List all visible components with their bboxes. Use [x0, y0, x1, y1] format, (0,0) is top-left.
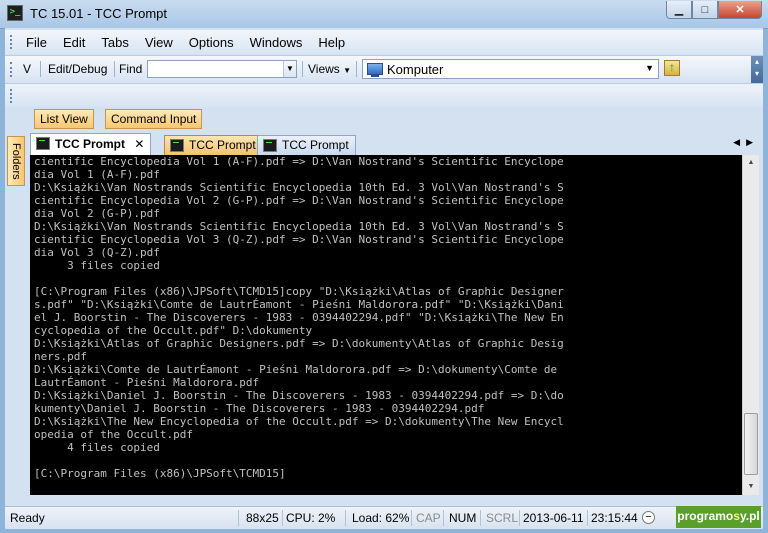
toolbar-overflow-button[interactable]: ▴ ▾	[751, 56, 763, 83]
console-icon	[263, 139, 277, 152]
toolbar-grip-handle[interactable]	[10, 62, 16, 77]
menu-items: File Edit Tabs View Options Windows Help	[21, 35, 353, 50]
maximize-button[interactable]: □	[692, 1, 718, 19]
app-console-icon[interactable]: >_	[7, 5, 23, 21]
v-button[interactable]: V	[23, 62, 31, 76]
zoom-out-icon[interactable]: −	[642, 511, 655, 524]
status-separator	[480, 510, 481, 526]
tab-tcc-prompt-3[interactable]: TCC Prompt	[257, 135, 356, 155]
status-separator	[345, 510, 346, 526]
tab-label: TCC Prompt	[282, 138, 349, 152]
toolbar-separator	[40, 61, 41, 77]
status-console-size: 88x25	[246, 511, 279, 525]
menu-windows[interactable]: Windows	[242, 35, 311, 50]
close-icon: ✕	[735, 4, 745, 16]
toolbar: V Edit/Debug Find ▼ Views ▼ Komputer ▼ ↑…	[5, 55, 763, 83]
scroll-up-icon[interactable]: ▲	[743, 155, 759, 171]
chevron-down-icon: ▼	[343, 66, 352, 75]
watermark-logo: programosy.pl	[676, 506, 761, 528]
chevron-down-icon: ▼	[286, 64, 294, 73]
toolbar-separator	[114, 61, 115, 77]
status-num: NUM	[449, 511, 477, 525]
status-cpu: CPU: 2%	[286, 511, 336, 525]
toolbar-band	[5, 83, 763, 107]
console-icon	[36, 137, 50, 150]
tab-close-icon[interactable]: ✕	[134, 137, 144, 151]
maximize-icon: □	[701, 3, 709, 16]
folders-tab-label: Folders	[10, 143, 22, 180]
status-scrl: SCRL	[486, 511, 519, 525]
scroll-down-icon[interactable]: ▼	[743, 479, 759, 495]
menu-bar: File Edit Tabs View Options Windows Help	[5, 30, 763, 54]
window-client: File Edit Tabs View Options Windows Help V Edi…	[5, 28, 763, 529]
status-cap: CAP	[416, 511, 441, 525]
scroll-thumb[interactable]	[744, 413, 758, 475]
folders-tab[interactable]: Folders	[7, 136, 25, 186]
status-date: 2013-06-11	[523, 511, 584, 525]
status-separator	[238, 510, 239, 526]
status-load: Load: 62%	[352, 511, 410, 525]
location-combobox[interactable]: Komputer ▼	[362, 59, 659, 79]
chevron-down-icon[interactable]: ▼	[645, 63, 654, 73]
console-icon	[170, 139, 184, 152]
command-input-button[interactable]: Command Input	[105, 109, 203, 129]
watermark-part2: s	[733, 509, 740, 523]
views-label: Views	[308, 62, 340, 76]
status-separator	[443, 510, 444, 526]
edit-debug-button[interactable]: Edit/Debug	[48, 62, 107, 76]
tab-label: TCC Prompt	[55, 137, 125, 151]
location-value: Komputer	[387, 62, 444, 77]
folder-up-icon[interactable]: ↑	[664, 60, 680, 76]
menubar-grip-handle[interactable]	[10, 35, 16, 49]
tab-scroll-arrows-icon[interactable]: ◀▶	[733, 137, 759, 148]
minimize-icon: ▁	[674, 4, 684, 16]
title-bar: >_ TC 15.01 - TCC Prompt ▁ □ ✕	[0, 0, 768, 29]
menu-edit[interactable]: Edit	[55, 35, 93, 50]
status-time: 23:15:44	[591, 511, 638, 525]
views-dropdown[interactable]: Views ▼	[308, 62, 351, 76]
menu-tabs[interactable]: Tabs	[93, 35, 136, 50]
window-title: TC 15.01 - TCC Prompt	[30, 6, 168, 21]
tab-tcc-prompt-1[interactable]: TCC Prompt ✕	[30, 133, 152, 155]
watermark-part1: programo	[677, 509, 734, 523]
menu-file[interactable]: File	[21, 35, 55, 50]
status-separator	[411, 510, 412, 526]
band-grip-handle[interactable]	[10, 89, 16, 103]
tab-tcc-prompt-2[interactable]: TCC Prompt	[164, 135, 263, 155]
status-separator	[282, 510, 283, 526]
console-output[interactable]: cientific Encyclopedia Vol 1 (A-F).pdf =…	[30, 155, 742, 495]
find-dropdown-button[interactable]: ▼	[283, 61, 296, 77]
status-separator	[587, 510, 588, 526]
list-view-button[interactable]: List View	[34, 109, 94, 129]
status-bar: Ready 88x25 CPU: 2% Load: 62% CAP NUM SC…	[5, 506, 763, 529]
status-ready: Ready	[10, 511, 45, 525]
tab-label: TCC Prompt	[189, 138, 256, 152]
window-controls: ▁ □ ✕	[666, 1, 762, 19]
tab-strip: TCC Prompt ✕ TCC Prompt TCC Prompt ◀▶	[30, 133, 763, 155]
menu-view[interactable]: View	[137, 35, 181, 50]
console-scrollbar[interactable]: ▲ ▼	[742, 155, 759, 495]
watermark-part3: y.pl	[739, 509, 760, 523]
status-separator	[519, 510, 520, 526]
computer-icon	[367, 63, 383, 77]
menu-help[interactable]: Help	[310, 35, 353, 50]
toolbar-separator	[356, 61, 357, 77]
find-label: Find	[119, 62, 143, 76]
minimize-button[interactable]: ▁	[666, 1, 692, 19]
menu-options[interactable]: Options	[181, 35, 242, 50]
console-text: cientific Encyclopedia Vol 1 (A-F).pdf =…	[34, 155, 564, 480]
toolbar-separator	[302, 61, 303, 77]
close-button[interactable]: ✕	[718, 1, 762, 19]
main-area: List View Command Input Folders TCC Prom…	[5, 107, 763, 505]
find-input[interactable]: ▼	[147, 60, 297, 78]
